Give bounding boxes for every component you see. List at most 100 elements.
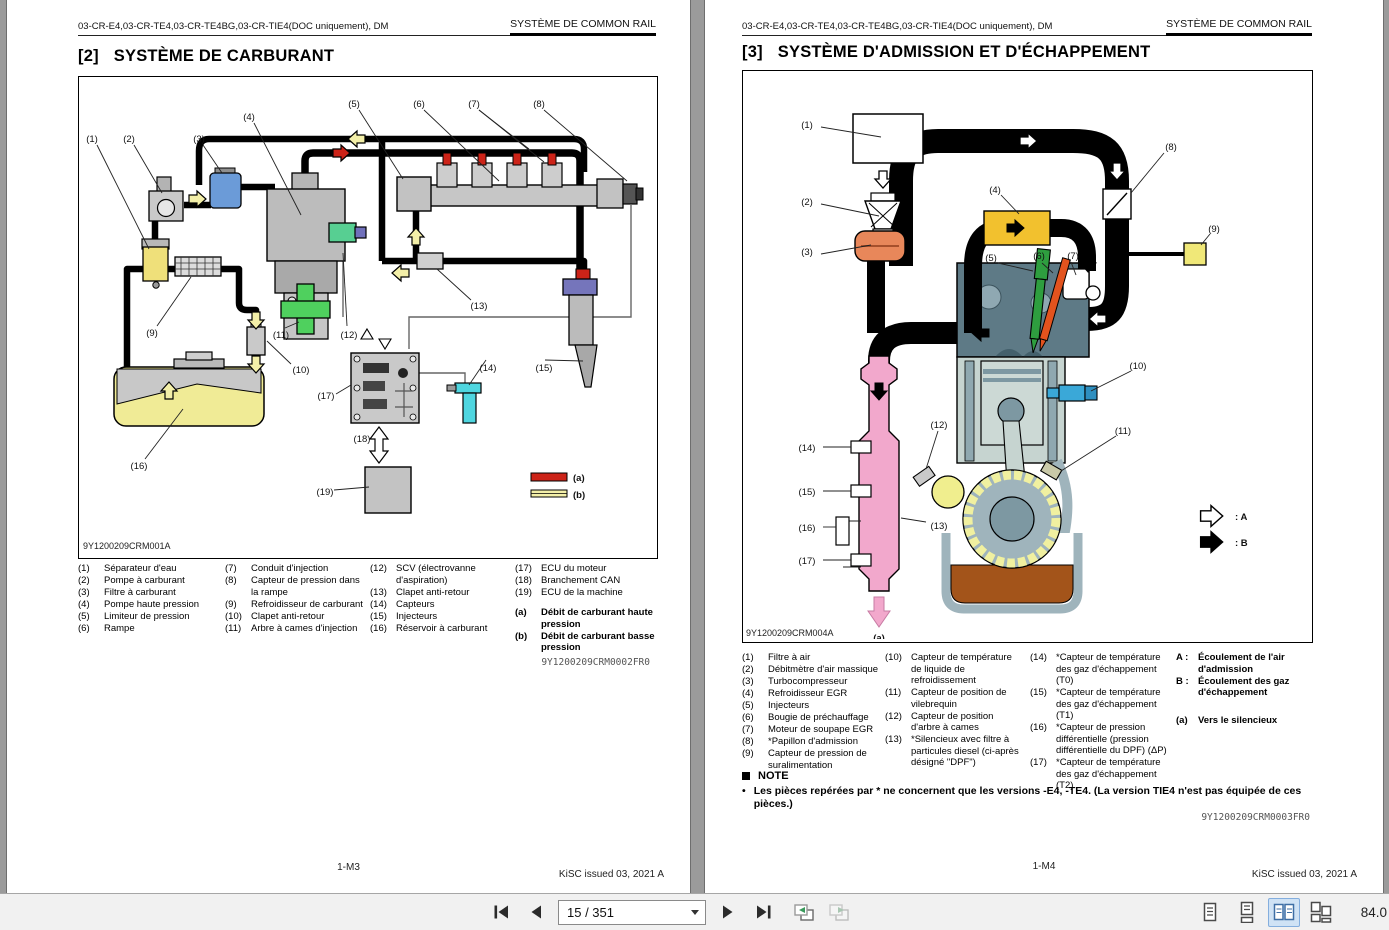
- legend-col-1: (1) Séparateur d'eau (2) Pompe à carburant…: [78, 563, 200, 634]
- svg-text:(7): (7): [1067, 251, 1079, 262]
- facing-pages-icon: [1273, 903, 1295, 921]
- svg-text:(10): (10): [293, 365, 310, 376]
- facing-pages-view-button[interactable]: [1268, 897, 1300, 927]
- document-page-left: 03-CR-E4,03-CR-TE4,03-CR-TE4BG,03-CR-TIE…: [7, 0, 690, 893]
- next-view-button[interactable]: [826, 899, 852, 925]
- first-page-button[interactable]: [488, 899, 514, 925]
- page-title: [3] SYSTÈME D'ADMISSION ET D'ÉCHAPPEMENT: [742, 43, 1150, 62]
- note-header: NOTE: [742, 770, 1317, 782]
- flywheel: [962, 469, 1062, 569]
- chevron-down-icon: [691, 909, 699, 915]
- intake-exhaust-svg: : A : B (1) (2) (3) (4) (5) (6) (7) (8) …: [746, 113, 1248, 644]
- svg-text:(2): (2): [123, 134, 135, 145]
- previous-page-button[interactable]: [523, 899, 549, 925]
- figure-code: 9Y1200209CRM001A: [83, 541, 171, 551]
- dpf-dp-sensor: [835, 516, 850, 546]
- continuous-view-button[interactable]: [1231, 898, 1263, 927]
- flow-type-legend: (a) (b): [530, 472, 585, 501]
- muffler-outlet-arrow: [867, 596, 891, 628]
- svg-text:(b): (b): [573, 490, 585, 501]
- issue-note: KiSC issued 03, 2021 A: [1251, 869, 1357, 880]
- page-field-value: 15 / 351: [567, 904, 614, 920]
- engine-ecu: [350, 352, 420, 424]
- header-model-codes: 03-CR-E4,03-CR-TE4,03-CR-TE4BG,03-CR-TIE…: [742, 20, 1053, 32]
- section-title-text: SYSTÈME DE CARBURANT: [113, 47, 335, 65]
- svg-text:(10): (10): [1130, 361, 1147, 372]
- svg-text:(16): (16): [799, 523, 816, 534]
- svg-text:(4): (4): [243, 112, 255, 123]
- legend-col-4: (17) ECU du moteur (18) Branchement CAN (1…: [515, 563, 655, 653]
- svg-text:(9): (9): [1208, 224, 1220, 235]
- svg-text:(15): (15): [536, 363, 553, 374]
- legend-col-3: (12) SCV (électrovanne d'aspiration) (13)…: [370, 563, 488, 634]
- rail-injection-ports: [436, 152, 563, 188]
- fuel-system-svg: (1) (2) (3) (4) (5) (6) (7) (8) (9) (10)…: [83, 99, 644, 551]
- svg-text:(9): (9): [146, 328, 158, 339]
- outlet-label: (a): [873, 633, 885, 639]
- page-number-dropdown[interactable]: 15 / 351: [558, 899, 706, 925]
- page-layout-controls: [1194, 894, 1337, 930]
- section-title-text: SYSTÈME D'ADMISSION ET D'ÉCHAPPEMENT: [777, 43, 1151, 61]
- svg-text:(15): (15): [799, 487, 816, 498]
- note-block: NOTE • Les pièces repérées par * ne conc…: [742, 770, 1317, 811]
- turbocharger: [854, 230, 906, 262]
- svg-text:(19): (19): [317, 487, 334, 498]
- air-cleaner: [852, 113, 924, 164]
- check-valve-13: [416, 252, 444, 270]
- doc-code: 9Y1200209CRM0002FR0: [541, 657, 650, 668]
- intake-flow-arrow-sample: [1199, 504, 1224, 528]
- zoom-level[interactable]: 84.0: [1361, 894, 1387, 930]
- svg-text:(a): (a): [573, 473, 585, 484]
- hp-flow-arrow: [332, 144, 351, 162]
- svg-text:(1): (1): [86, 134, 98, 145]
- hp-flow-swatch: [530, 472, 568, 482]
- next-page-button[interactable]: [715, 899, 741, 925]
- svg-text:(3): (3): [801, 247, 813, 258]
- facing-continuous-view-button[interactable]: [1305, 898, 1337, 927]
- doc-code: 9Y1200209CRM0003FR0: [1201, 812, 1310, 823]
- legend-col-2: (7) Conduit d'injection (8) Capteur de pre…: [225, 563, 363, 634]
- issue-note: KiSC issued 03, 2021 A: [558, 869, 664, 880]
- svg-text:(18): (18): [354, 434, 371, 445]
- header-model-codes: 03-CR-E4,03-CR-TE4,03-CR-TE4BG,03-CR-TIE…: [78, 20, 389, 32]
- fuel-cooler: [174, 256, 222, 277]
- page-navigation: 15 / 351: [488, 894, 852, 930]
- section-number: [2]: [78, 47, 99, 65]
- svg-text:(12): (12): [341, 330, 358, 341]
- svg-text:(1): (1): [801, 120, 813, 131]
- single-page-view-button[interactable]: [1194, 898, 1226, 927]
- svg-text:(8): (8): [1165, 142, 1177, 153]
- exhaust-flow-arrow-sample: [1199, 530, 1224, 554]
- document-page-right: 03-CR-E4,03-CR-TE4,03-CR-TE4BG,03-CR-TIE…: [705, 0, 1383, 893]
- intake-exhaust-diagram: : A : B (1) (2) (3) (4) (5) (6) (7) (8) …: [742, 70, 1313, 644]
- fuel-tank: [113, 351, 265, 427]
- svg-text:(17): (17): [318, 391, 335, 402]
- svg-text:(11): (11): [1115, 426, 1131, 437]
- svg-text:(5): (5): [348, 99, 360, 110]
- boost-pressure-sensor: [1183, 242, 1207, 266]
- last-page-button[interactable]: [750, 899, 776, 925]
- rail-pressure-sensor: [596, 178, 624, 209]
- svg-text:(7): (7): [468, 99, 480, 110]
- continuous-page-icon: [1240, 901, 1254, 923]
- svg-text:: B: : B: [1235, 538, 1248, 549]
- common-rail: [396, 152, 644, 212]
- svg-text:(12): (12): [931, 420, 948, 431]
- section-number: [3]: [742, 43, 763, 61]
- header-section-name: SYSTÈME DE COMMON RAIL: [510, 18, 656, 36]
- sensors-cyan: [446, 382, 482, 424]
- svg-text:(11): (11): [273, 330, 289, 341]
- pressure-limiter: [396, 176, 432, 212]
- svg-text:(13): (13): [471, 301, 488, 312]
- single-page-icon: [1203, 902, 1217, 922]
- svg-text:(3): (3): [193, 134, 205, 145]
- ecu-io-arrows: [360, 327, 392, 351]
- crank-position-sensor: [912, 465, 965, 509]
- last-page-icon: [756, 905, 770, 919]
- svg-text:(17): (17): [799, 556, 816, 567]
- air-inlet-arrow: [874, 170, 892, 189]
- can-link-arrow: [368, 426, 390, 464]
- previous-view-button[interactable]: [791, 899, 817, 925]
- egr-valve-motor: [1062, 268, 1101, 301]
- parts-legend: (1) Séparateur d'eau (2) Pompe à carburant…: [78, 563, 670, 654]
